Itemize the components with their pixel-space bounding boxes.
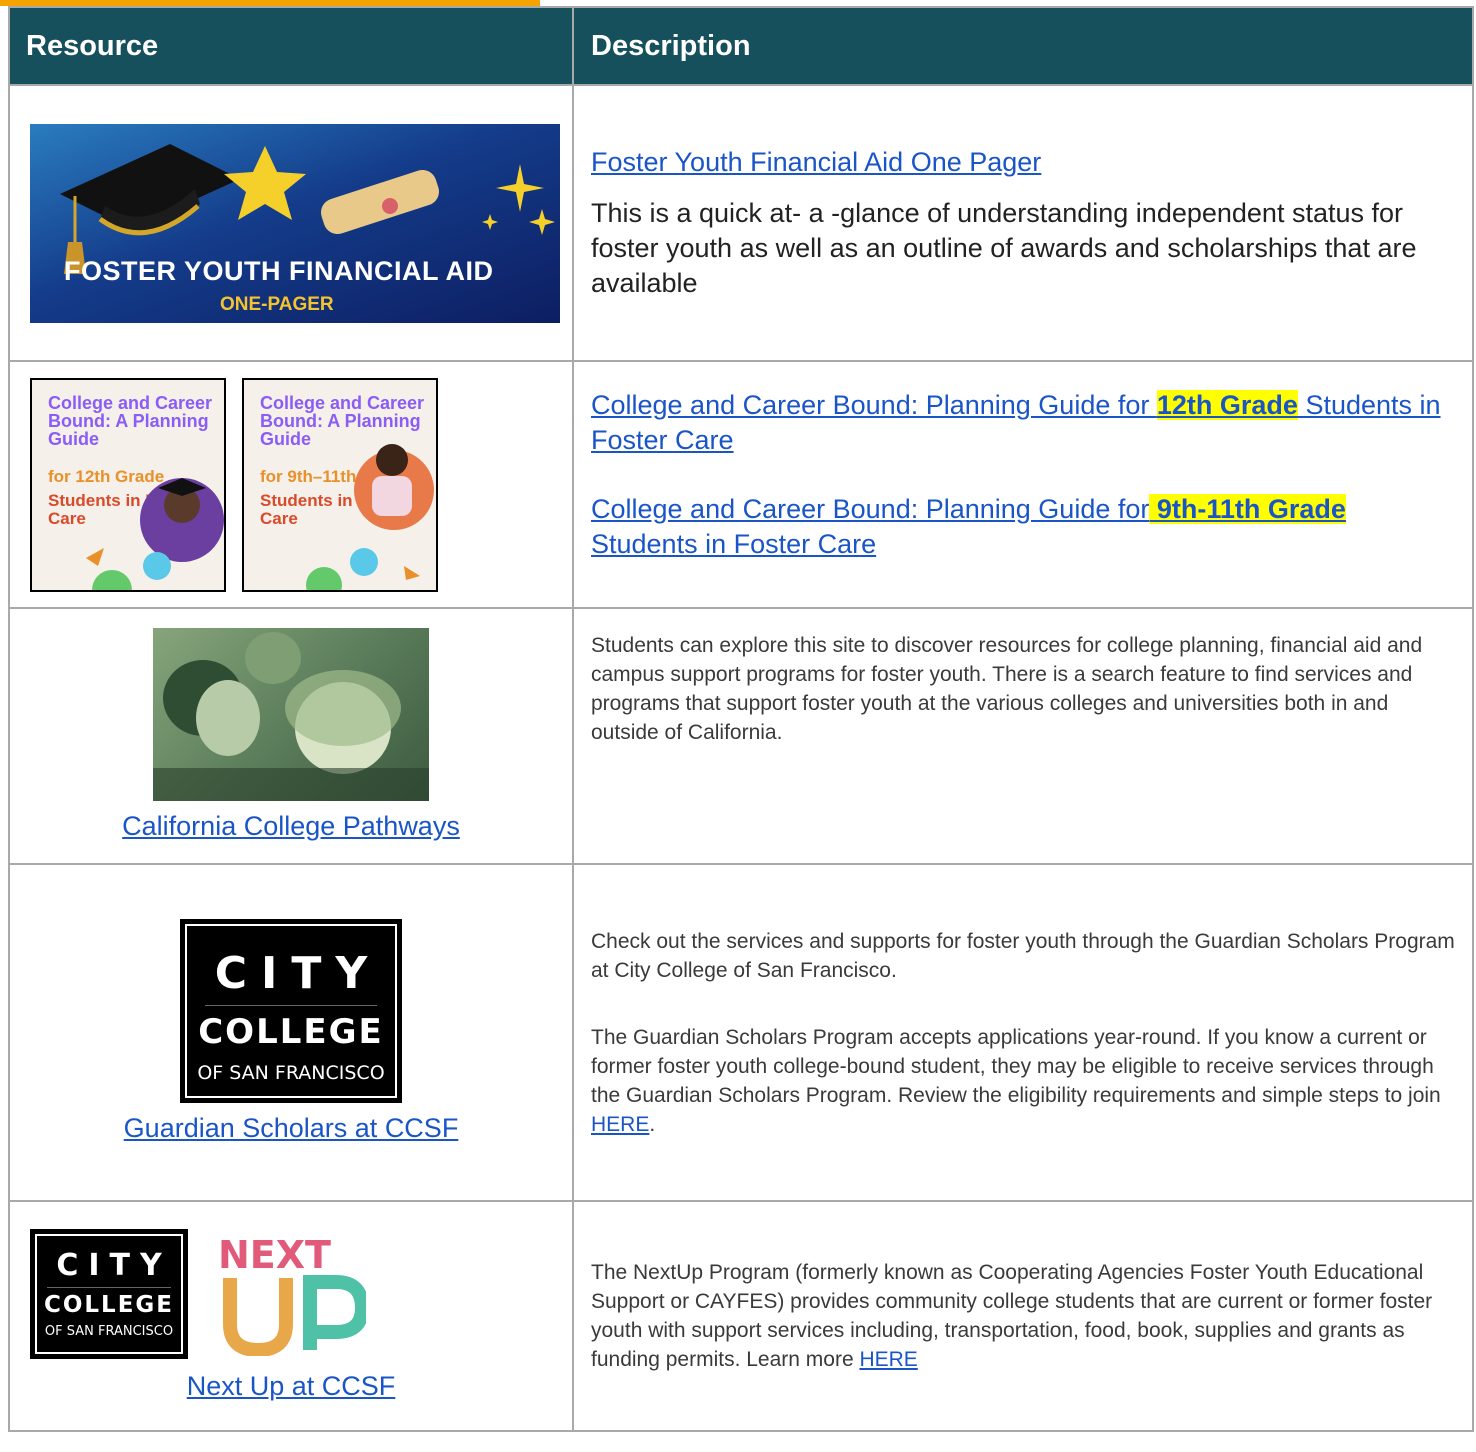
resource-cell: CITY COLLEGE OF SAN FRANCISCO NEXT UP Ne… — [8, 1200, 574, 1432]
financial-aid-one-pager-link[interactable]: Foster Youth Financial Aid One Pager — [591, 147, 1041, 177]
guardian-scholars-intro: Check out the services and supports for … — [591, 929, 1455, 982]
sparkle-icon — [496, 163, 544, 212]
city-college-logo: CITY COLLEGE OF SAN FRANCISCO — [180, 919, 402, 1103]
next-up-link[interactable]: Next Up at CCSF — [187, 1371, 396, 1401]
nextup-logo: NEXT UP — [210, 1232, 370, 1357]
resources-table: Resource Description FOSTER YOUTH FINANC… — [8, 6, 1474, 1432]
table-row: California College Pathways Students can… — [8, 607, 1474, 865]
diploma-icon — [321, 169, 439, 234]
resource-column-header: Resource — [8, 6, 574, 86]
details-text: The Guardian Scholars Program accepts ap… — [591, 1025, 1441, 1107]
link-text: Students in Foster Care — [591, 529, 877, 559]
table-row: FOSTER YOUTH FINANCIAL AID ONE-PAGER Fos… — [8, 84, 1474, 362]
description-text: The NextUp Program (formerly known as Co… — [591, 1261, 1433, 1371]
nextup-here-link[interactable]: HERE — [859, 1348, 917, 1371]
logo-sf: OF SAN FRANCISCO — [197, 1062, 385, 1084]
logo-college: COLLEGE — [43, 1291, 175, 1318]
description-cell: Students can explore this site to discov… — [572, 607, 1474, 865]
9th-11th-grade-guide-link[interactable]: College and Career Bound: Planning Guide… — [591, 494, 1346, 559]
california-college-pathways-link[interactable]: California College Pathways — [122, 811, 460, 841]
banner-subtitle: ONE-PAGER — [220, 293, 334, 315]
nextup-description: The NextUp Program (formerly known as Co… — [591, 1258, 1456, 1374]
resource-cell: California College Pathways — [8, 607, 574, 865]
guardian-scholars-details: The Guardian Scholars Program accepts ap… — [591, 1023, 1456, 1139]
table-row: College and Career Bound: A Planning Gui… — [8, 360, 1474, 609]
resource-cell: College and Career Bound: A Planning Gui… — [8, 360, 574, 609]
9th-11th-grade-guide-cover[interactable]: College and Career Bound: A Planning Gui… — [242, 377, 438, 592]
logo-sf: OF SAN FRANCISCO — [44, 1323, 174, 1339]
logo-city: CITY — [214, 948, 382, 999]
financial-aid-description: This is a quick at- a -glance of underst… — [591, 198, 1417, 298]
nextup-bottom-text: UP — [210, 1232, 212, 1233]
star-icon — [224, 145, 306, 220]
description-cell: Check out the services and supports for … — [572, 863, 1474, 1202]
details-text: . — [649, 1112, 656, 1136]
highlight-12th-grade: 12th Grade — [1156, 390, 1298, 420]
table-row: CITY COLLEGE OF SAN FRANCISCO Guardian S… — [8, 863, 1474, 1202]
table-row: CITY COLLEGE OF SAN FRANCISCO NEXT UP Ne… — [8, 1200, 1474, 1432]
guardian-scholars-here-link[interactable]: HERE — [591, 1113, 649, 1136]
financial-aid-banner-image[interactable]: FOSTER YOUTH FINANCIAL AID ONE-PAGER — [30, 123, 560, 323]
logo-college: COLLEGE — [198, 1012, 384, 1052]
description-cell: Foster Youth Financial Aid One Pager Thi… — [572, 84, 1474, 362]
nextup-top-text: NEXT — [218, 1233, 331, 1277]
ccp-description: Students can explore this site to discov… — [591, 634, 1423, 744]
guardian-scholars-link[interactable]: Guardian Scholars at CCSF — [124, 1113, 459, 1143]
resource-cell: FOSTER YOUTH FINANCIAL AID ONE-PAGER — [8, 84, 574, 362]
city-college-logo-small: CITY COLLEGE OF SAN FRANCISCO — [30, 1228, 188, 1359]
table-header-row: Resource Description — [8, 6, 1474, 86]
description-column-header: Description — [572, 6, 1474, 86]
link-text: College and Career Bound: Planning Guide… — [591, 494, 1150, 524]
description-cell: The NextUp Program (formerly known as Co… — [572, 1200, 1474, 1432]
12th-grade-guide-cover[interactable]: College and Career Bound: A Planning Gui… — [30, 377, 226, 592]
link-text: College and Career Bound: Planning Guide… — [591, 390, 1157, 420]
students-celebrating-photo — [153, 628, 429, 801]
resource-cell: CITY COLLEGE OF SAN FRANCISCO Guardian S… — [8, 863, 574, 1202]
banner-title: FOSTER YOUTH FINANCIAL AID — [64, 255, 494, 286]
highlight-9th-11th-grade: 9th-11th Grade — [1149, 494, 1346, 524]
12th-grade-guide-link[interactable]: College and Career Bound: Planning Guide… — [591, 390, 1441, 455]
description-cell: College and Career Bound: Planning Guide… — [572, 360, 1474, 609]
logo-city: CITY — [56, 1247, 172, 1283]
